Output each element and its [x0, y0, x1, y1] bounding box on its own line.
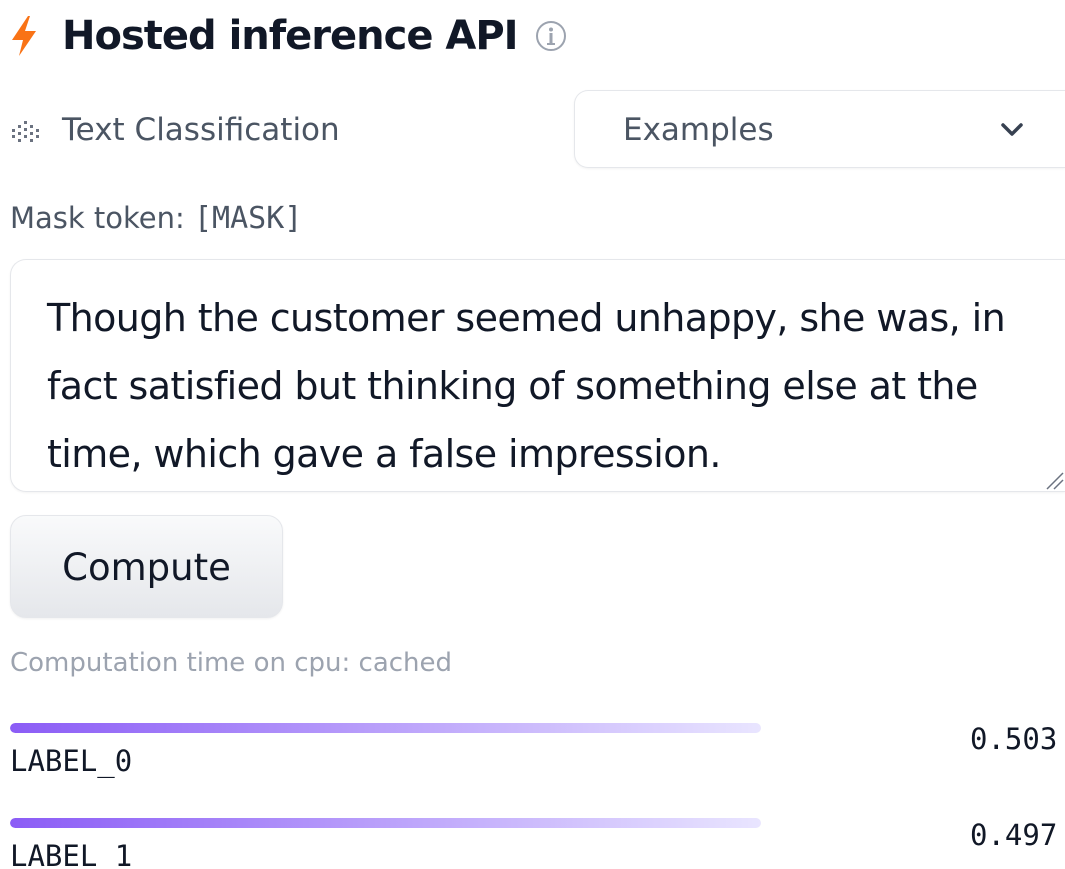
input-textarea[interactable]: Though the customer seemed unhappy, she … — [10, 259, 1065, 492]
computation-time-text: Computation time on cpu: cached — [10, 648, 453, 678]
result-score: 0.497 — [970, 818, 1058, 852]
examples-dropdown[interactable]: Examples — [574, 90, 1065, 168]
compute-button-label: Compute — [62, 546, 231, 589]
compute-button[interactable]: Compute — [10, 515, 283, 618]
page-title: Hosted inference API — [62, 13, 519, 59]
input-text: Though the customer seemed unhappy, she … — [47, 296, 1006, 476]
result-bar-label-0 — [10, 723, 761, 733]
result-bar-fill — [10, 723, 761, 733]
text-classification-icon — [12, 121, 39, 142]
task-label: Text Classification — [62, 112, 340, 148]
result-bar-label-1 — [10, 818, 761, 828]
result-label: LABEL_0 — [10, 744, 133, 778]
resize-handle-icon[interactable] — [1041, 467, 1065, 491]
lightning-bolt-icon — [12, 16, 36, 56]
mask-token-value: [MASK] — [194, 201, 303, 236]
result-bar-fill — [10, 818, 761, 828]
result-label: LABEL_1 — [10, 839, 133, 869]
mask-token-row: Mask token: [MASK] — [10, 196, 302, 241]
info-circle-icon[interactable] — [534, 19, 568, 53]
chevron-down-icon — [1001, 123, 1023, 136]
result-score: 0.503 — [970, 722, 1058, 756]
mask-token-label: Mask token: — [10, 201, 185, 235]
examples-label: Examples — [623, 112, 774, 148]
